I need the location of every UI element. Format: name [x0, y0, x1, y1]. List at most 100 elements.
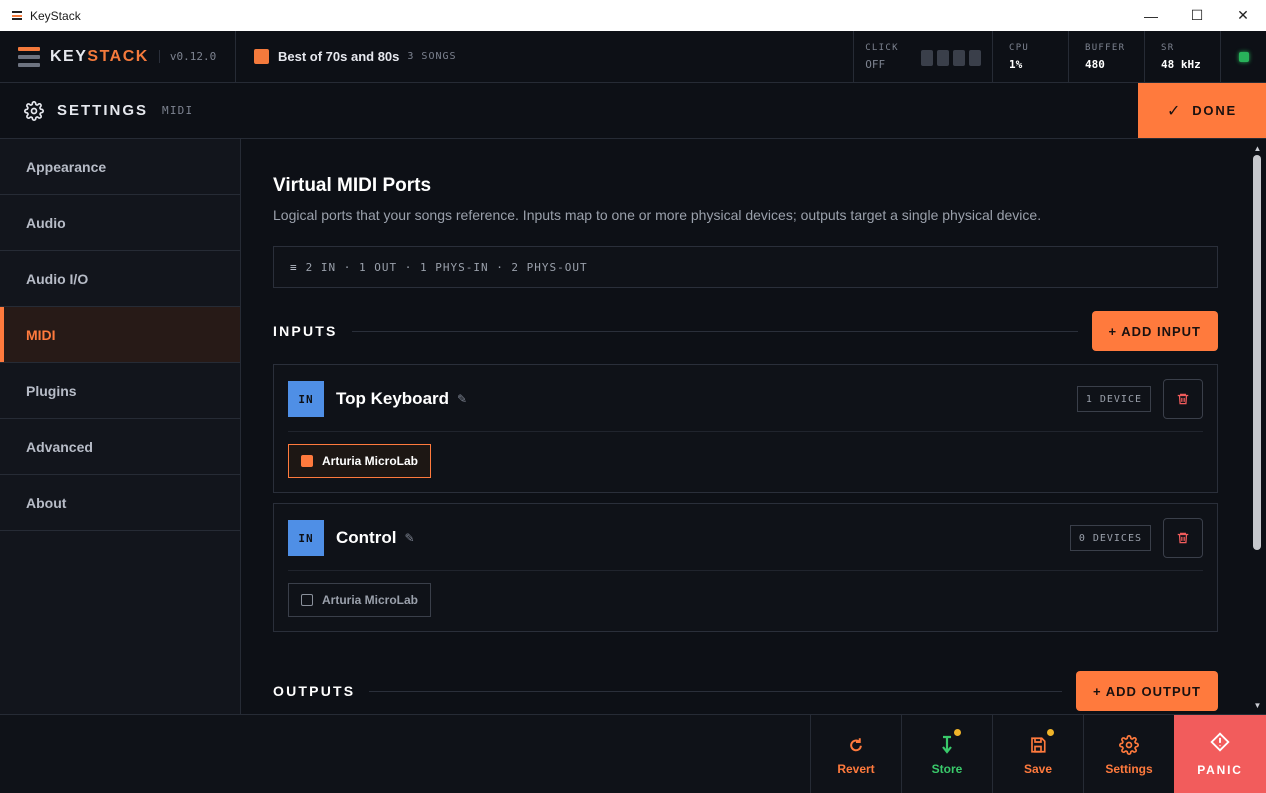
sidebar-item-advanced[interactable]: Advanced: [0, 419, 240, 475]
edit-pencil-icon[interactable]: ✎: [404, 531, 414, 545]
buffer-value: 480: [1085, 57, 1105, 71]
click-toggle[interactable]: CLICK OFF: [853, 31, 992, 82]
click-value: OFF: [865, 57, 886, 71]
sidebar-item-midi[interactable]: MIDI: [0, 307, 240, 363]
scroll-up-arrow-icon[interactable]: ▲: [1249, 141, 1266, 155]
close-button[interactable]: ✕: [1220, 0, 1266, 31]
save-icon: [1029, 728, 1054, 756]
beat-indicator: [936, 49, 949, 66]
device-count-badge: 0 DEVICES: [1069, 525, 1151, 551]
outputs-section-title: OUTPUTS: [273, 683, 356, 699]
done-label: DONE: [1192, 103, 1237, 118]
device-checkbox-unchecked: [301, 594, 313, 606]
device-toggle-chip[interactable]: Arturia MicroLab: [288, 583, 432, 617]
port-divider: [288, 431, 1203, 432]
sidebar-item-audio-io[interactable]: Audio I/O: [0, 251, 240, 307]
cpu-stat: CPU 1%: [992, 31, 1068, 82]
inputs-section-title: INPUTS: [273, 323, 338, 339]
settings-subtitle: MIDI: [162, 104, 194, 117]
sidebar-item-appearance[interactable]: Appearance: [0, 139, 240, 195]
port-name: Top Keyboard: [336, 389, 450, 408]
content-scrollbar[interactable]: ▲ ▼: [1249, 139, 1266, 714]
panic-label: PANIC: [1197, 763, 1243, 777]
revert-icon: [847, 734, 865, 756]
app-menu-icon[interactable]: [12, 11, 22, 20]
panic-button[interactable]: PANIC: [1174, 715, 1266, 793]
input-port-card: IN Control ✎ 0 DEVICES Arturia MicroLab: [273, 503, 1218, 632]
beat-indicator: [952, 49, 965, 66]
version-label: v0.12.0: [158, 50, 216, 63]
revert-button[interactable]: Revert: [810, 715, 901, 793]
cpu-label: CPU: [1009, 42, 1030, 53]
port-divider: [288, 570, 1203, 571]
store-icon: [940, 728, 961, 756]
sidebar-item-about[interactable]: About: [0, 475, 240, 531]
click-label: CLICK: [865, 42, 899, 53]
settings-header: SETTINGS MIDI ✓ DONE: [0, 83, 1266, 139]
input-port-card: IN Top Keyboard ✎ 1 DEVICE Arturia Micro…: [273, 364, 1218, 493]
device-checkbox-checked: [301, 455, 313, 467]
device-toggle-chip[interactable]: Arturia MicroLab: [288, 444, 432, 478]
scroll-down-arrow-icon[interactable]: ▼: [1249, 698, 1266, 712]
trash-icon: [1177, 393, 1189, 405]
device-count-badge: 1 DEVICE: [1076, 386, 1151, 412]
brand: KEYSTACK v0.12.0: [0, 31, 236, 82]
current-song-selector[interactable]: Best of 70s and 80s 3 SONGS: [236, 31, 853, 82]
settings-sidebar: Appearance Audio Audio I/O MIDI Plugins …: [0, 139, 241, 714]
scrollbar-thumb[interactable]: [1253, 155, 1261, 550]
panic-diamond-icon: [1210, 732, 1230, 755]
sample-rate-label: SR: [1161, 42, 1175, 53]
port-type-badge: IN: [288, 520, 324, 556]
delete-port-button[interactable]: [1163, 518, 1203, 558]
footer-toolbar: Revert Store Save Settings PANIC: [0, 714, 1266, 793]
save-button[interactable]: Save: [992, 715, 1083, 793]
gear-icon: [24, 100, 44, 121]
outputs-section-header: OUTPUTS + ADD OUTPUT: [273, 671, 1218, 711]
section-divider: [351, 330, 1078, 332]
device-name: Arturia MicroLab: [322, 593, 419, 607]
port-type-badge: IN: [288, 381, 324, 417]
maximize-button[interactable]: ☐: [1174, 0, 1220, 31]
section-divider: [369, 690, 1063, 692]
settings-button[interactable]: Settings: [1083, 715, 1174, 793]
beat-indicator: [920, 49, 933, 66]
device-name: Arturia MicroLab: [322, 454, 419, 468]
click-beat-indicators: [920, 49, 981, 66]
port-header: IN Control ✎ 0 DEVICES: [288, 518, 1203, 558]
song-count: 3 SONGS: [407, 51, 457, 62]
port-name: Control: [336, 528, 397, 547]
delete-port-button[interactable]: [1163, 379, 1203, 419]
brand-name-key: KEY: [50, 47, 88, 65]
list-icon: ≡: [290, 260, 298, 274]
sample-rate-stat: SR 48 kHz: [1144, 31, 1220, 82]
store-button[interactable]: Store: [901, 715, 992, 793]
cpu-value: 1%: [1009, 57, 1023, 71]
keystack-logo-icon: [18, 46, 40, 67]
sample-rate-value: 48 kHz: [1161, 57, 1201, 71]
beat-indicator: [968, 49, 981, 66]
settings-gear-icon: [1119, 734, 1139, 756]
trash-icon: [1177, 532, 1189, 544]
song-color-swatch: [254, 49, 269, 64]
page-description: Logical ports that your songs reference.…: [273, 207, 1042, 223]
window-title: KeyStack: [30, 8, 81, 23]
inputs-section-header: INPUTS + ADD INPUT: [273, 311, 1218, 351]
done-button[interactable]: ✓ DONE: [1138, 83, 1266, 138]
revert-label: Revert: [837, 761, 875, 776]
add-output-button[interactable]: + ADD OUTPUT: [1076, 671, 1218, 711]
store-label: Store: [931, 761, 963, 776]
sidebar-item-plugins[interactable]: Plugins: [0, 363, 240, 419]
add-input-button[interactable]: + ADD INPUT: [1091, 311, 1218, 351]
port-summary-text: 2 IN · 1 OUT · 1 PHYS-IN · 2 PHYS-OUT: [305, 260, 588, 274]
status-led-icon: [1238, 51, 1249, 62]
page-title: Virtual MIDI Ports: [273, 175, 432, 196]
minimize-button[interactable]: —: [1128, 0, 1174, 31]
unsaved-dot-icon: [954, 728, 961, 736]
brand-name: KEYSTACK: [50, 48, 149, 66]
window-controls: — ☐ ✕: [1128, 0, 1266, 31]
song-title: Best of 70s and 80s: [278, 49, 400, 64]
edit-pencil-icon[interactable]: ✎: [457, 392, 467, 406]
sidebar-item-audio[interactable]: Audio: [0, 195, 240, 251]
save-label: Save: [1023, 761, 1053, 776]
settings-content: Virtual MIDI Ports Logical ports that yo…: [241, 139, 1249, 714]
